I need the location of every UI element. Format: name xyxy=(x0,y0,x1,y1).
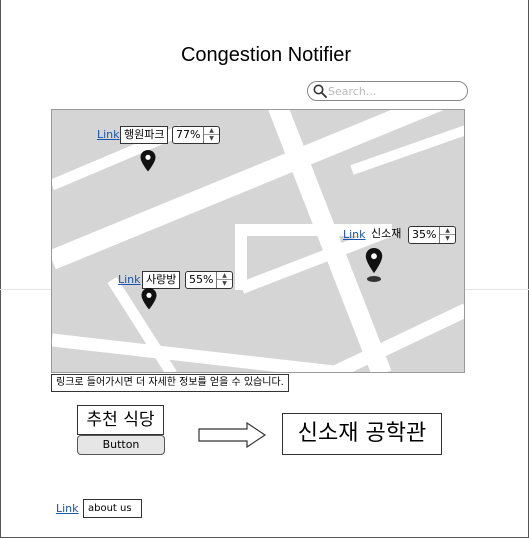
info-text: 링크로 들어가시면 더 자세한 정보를 얻을 수 있습니다. xyxy=(51,374,289,392)
stepper-down-icon[interactable]: ▼ xyxy=(440,235,455,243)
map-pin-icon[interactable] xyxy=(365,248,383,284)
place-name-3: 사랑방 xyxy=(142,271,181,289)
page-title: Congestion Notifier xyxy=(180,44,352,66)
congestion-value-2: 35% xyxy=(412,228,437,241)
place-link-3[interactable]: Link xyxy=(118,273,141,286)
footer-link[interactable]: Link xyxy=(56,502,79,515)
map-view[interactable]: Link 행원파크 77% ▲ ▼ Link 신소재 35% ▲ ▼ Link … xyxy=(51,109,465,373)
stepper-up-icon[interactable]: ▲ xyxy=(217,272,232,280)
destination-label: 신소재 공학관 xyxy=(282,413,442,455)
place-link-1[interactable]: Link xyxy=(97,128,120,141)
stepper-down-icon[interactable]: ▼ xyxy=(217,280,232,288)
search-input[interactable] xyxy=(328,83,462,99)
about-us-field[interactable]: about us xyxy=(83,499,142,518)
place-name-1: 행원파크 xyxy=(120,126,169,144)
stepper-up-icon[interactable]: ▲ xyxy=(440,227,455,235)
place-link-2[interactable]: Link xyxy=(343,228,366,241)
congestion-value-3: 55% xyxy=(189,273,214,286)
stepper-down-icon[interactable]: ▼ xyxy=(204,135,219,143)
congestion-value-1: 77% xyxy=(176,128,201,141)
congestion-stepper-2[interactable]: 35% ▲ ▼ xyxy=(408,226,456,244)
place-name-2: 신소재 xyxy=(371,227,402,240)
search-field[interactable] xyxy=(307,81,468,101)
recommend-label: 추천 식당 xyxy=(77,405,164,435)
recommend-button[interactable]: Button xyxy=(77,435,165,455)
map-pin-icon[interactable] xyxy=(140,150,156,172)
congestion-stepper-3[interactable]: 55% ▲ ▼ xyxy=(185,271,233,289)
arrow-right-icon xyxy=(198,421,267,449)
stepper-up-icon[interactable]: ▲ xyxy=(204,127,219,135)
congestion-stepper-1[interactable]: 77% ▲ ▼ xyxy=(172,126,220,144)
map-pin-icon[interactable] xyxy=(141,288,157,310)
search-icon xyxy=(313,84,327,98)
